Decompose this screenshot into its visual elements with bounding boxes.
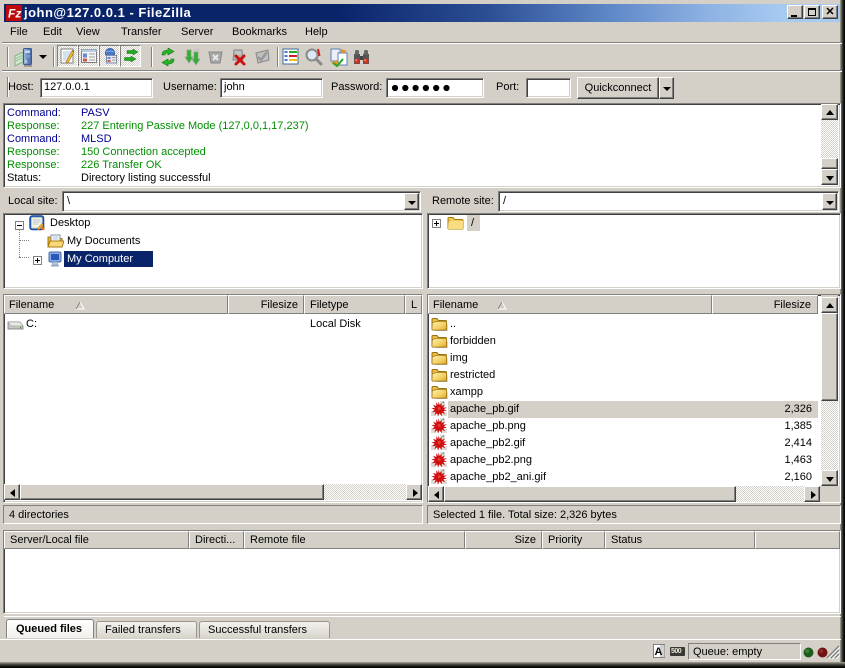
svg-text:A: A — [655, 646, 663, 658]
svg-text:Fz: Fz — [8, 7, 21, 21]
